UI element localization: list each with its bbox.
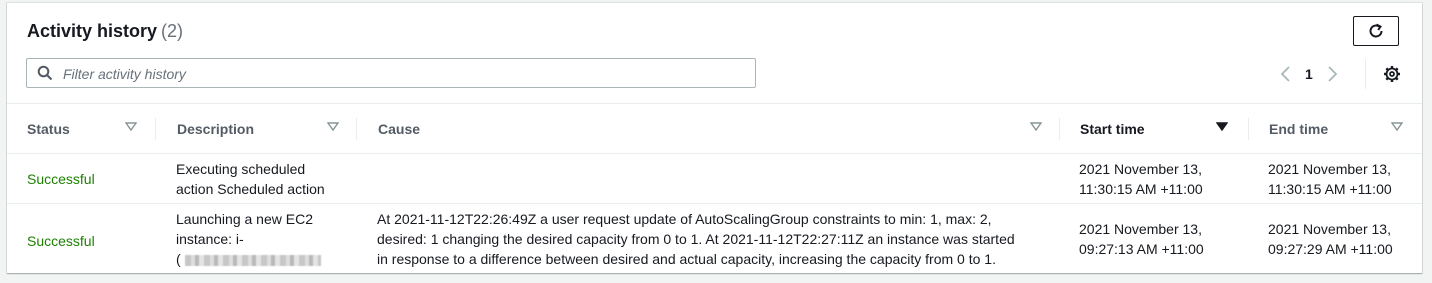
activity-history-panel: Activity history(2) 1: [7, 3, 1422, 273]
end-time-cell: 2021 November 13, 11:30:15 AM +11:00: [1268, 159, 1392, 199]
end-time-line: 2021 November 13,: [1268, 161, 1391, 177]
end-time-line: 2021 November 13,: [1268, 221, 1391, 237]
column-header-start-time[interactable]: Start time: [1080, 104, 1250, 153]
description-line: Executing scheduled: [176, 161, 306, 177]
status-cell: Successful: [27, 171, 95, 187]
pagination: 1: [1275, 63, 1343, 85]
column-divider: [1248, 118, 1249, 140]
column-header-cause[interactable]: Cause: [378, 104, 1058, 153]
cause-line: desired: 1 changing the desired capacity…: [377, 231, 1015, 247]
search-icon: [37, 65, 53, 81]
status-cell: Successful: [27, 233, 95, 249]
sort-icon: [327, 122, 339, 132]
end-time-cell: 2021 November 13, 09:27:29 AM +11:00: [1268, 219, 1393, 259]
table-header: Status Description Cause Start time End …: [7, 103, 1422, 154]
column-divider: [1059, 118, 1060, 140]
description-line: Launching a new EC2: [176, 211, 313, 227]
table-row[interactable]: Successful Executing scheduled action Sc…: [7, 154, 1422, 204]
title-text: Activity history: [27, 21, 158, 41]
filter-field[interactable]: [26, 58, 756, 88]
chevron-left-icon: [1280, 66, 1290, 82]
description-line: (: [176, 251, 181, 267]
sort-icon: [1391, 122, 1403, 132]
column-label: End time: [1269, 120, 1329, 137]
start-time-cell: 2021 November 13, 11:30:15 AM +11:00: [1079, 159, 1203, 199]
column-label: Status: [27, 120, 70, 137]
description-line-redacted: (: [176, 249, 321, 269]
column-header-status[interactable]: Status: [27, 104, 157, 153]
column-divider: [155, 118, 156, 140]
page-title: Activity history (2): [27, 21, 183, 42]
column-header-end-time[interactable]: End time: [1269, 104, 1409, 153]
column-header-description[interactable]: Description: [177, 104, 357, 153]
start-time-line: 2021 November 13,: [1079, 161, 1202, 177]
cause-line: At 2021-11-12T22:26:49Z a user request u…: [377, 211, 992, 227]
filter-input[interactable]: [61, 63, 745, 85]
cause-cell: At 2021-11-12T22:26:49Z a user request u…: [377, 209, 1057, 269]
description-cell: Launching a new EC2 instance: i- (: [176, 209, 356, 269]
cause-line: in response to a difference between desi…: [377, 251, 996, 267]
end-time-line: 11:30:15 AM +11:00: [1268, 181, 1392, 197]
column-divider: [356, 118, 357, 140]
title-count: (2): [161, 21, 184, 41]
previous-page-button[interactable]: [1275, 63, 1297, 85]
start-time-line: 11:30:15 AM +11:00: [1079, 181, 1203, 197]
table-row[interactable]: Successful Launching a new EC2 instance:…: [7, 204, 1422, 273]
page-number[interactable]: 1: [1305, 66, 1313, 82]
description-line: instance: i-: [176, 231, 244, 247]
next-page-button[interactable]: [1321, 63, 1343, 85]
refresh-button[interactable]: [1353, 16, 1399, 46]
end-time-line: 09:27:29 AM +11:00: [1268, 241, 1393, 257]
sort-icon: [1030, 122, 1042, 132]
column-label: Description: [177, 120, 255, 137]
start-time-cell: 2021 November 13, 09:27:13 AM +11:00: [1079, 219, 1204, 259]
description-cell: Executing scheduled action Scheduled act…: [176, 159, 356, 199]
sort-icon: [125, 122, 137, 132]
gear-icon: [1384, 66, 1400, 82]
description-line: action Scheduled action: [176, 181, 325, 197]
column-label: Start time: [1080, 120, 1145, 137]
sort-desc-icon: [1216, 122, 1228, 132]
start-time-line: 09:27:13 AM +11:00: [1079, 241, 1204, 257]
chevron-right-icon: [1328, 66, 1338, 82]
column-label: Cause: [378, 120, 421, 137]
refresh-icon: [1369, 23, 1383, 38]
start-time-line: 2021 November 13,: [1079, 221, 1202, 237]
redacted-instance-id: [184, 254, 321, 266]
preferences-button[interactable]: [1381, 63, 1403, 85]
pager-divider: [1365, 59, 1366, 89]
